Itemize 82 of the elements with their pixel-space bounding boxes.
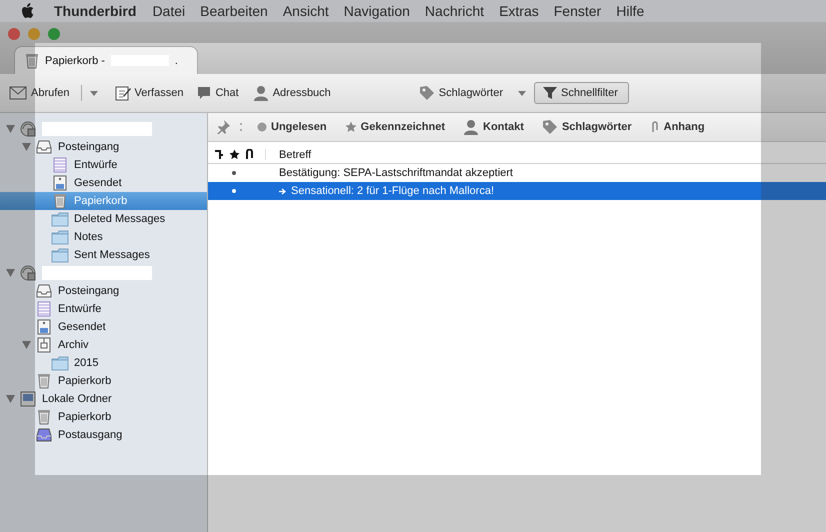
trash-can-icon bbox=[35, 409, 53, 425]
folder-icon bbox=[51, 212, 69, 226]
star-icon bbox=[344, 121, 357, 133]
pencil-note-icon bbox=[114, 85, 131, 101]
trash-can-icon bbox=[25, 52, 39, 68]
folder-item[interactable]: Sent Messages bbox=[0, 246, 207, 264]
folder-item[interactable]: Entwürfe bbox=[0, 300, 207, 318]
menu-item[interactable]: Nachricht bbox=[424, 3, 484, 19]
thread-icon bbox=[214, 150, 224, 160]
person-icon bbox=[252, 85, 269, 101]
printer-page-icon bbox=[51, 175, 69, 191]
message-row[interactable]: Sensationell: 2 für 1-Flüge nach Mallorca! bbox=[208, 182, 826, 200]
envelope-icon bbox=[9, 86, 27, 100]
trash-can-icon bbox=[51, 193, 69, 209]
menu-item[interactable]: Extras bbox=[499, 3, 539, 19]
folder-item[interactable]: Archiv bbox=[0, 336, 207, 354]
folder-icon bbox=[51, 356, 69, 370]
tab[interactable]: Papierkorb - . bbox=[14, 46, 198, 74]
computer-icon bbox=[19, 391, 37, 407]
message-subject: Sensationell: 2 für 1-Flüge nach Mallorca! bbox=[291, 185, 494, 197]
menu-item[interactable]: Bearbeiten bbox=[200, 3, 268, 19]
menu-item[interactable]: Hilfe bbox=[616, 3, 644, 19]
tray-icon bbox=[35, 139, 53, 155]
menu-item[interactable]: Navigation bbox=[344, 3, 410, 19]
folder-item[interactable]: 2015 bbox=[0, 354, 207, 372]
tag-icon bbox=[418, 85, 435, 101]
lined-page-icon bbox=[35, 301, 53, 317]
toolbar-button[interactable]: Abrufen bbox=[6, 82, 77, 104]
pin-icon bbox=[216, 120, 230, 134]
printer-page-icon bbox=[35, 319, 53, 335]
dot-icon bbox=[257, 122, 267, 132]
filter-button[interactable]: Kontakt bbox=[458, 116, 529, 138]
folder-icon bbox=[51, 248, 69, 262]
folder-item[interactable]: Entwürfe bbox=[0, 156, 207, 174]
folder-item[interactable]: Notes bbox=[0, 228, 207, 246]
tray-icon bbox=[35, 283, 53, 299]
toolbar-button[interactable]: Chat bbox=[194, 82, 246, 104]
lined-page-icon bbox=[51, 157, 69, 173]
tag-icon bbox=[542, 119, 558, 135]
read-dot-icon bbox=[232, 189, 236, 193]
close-button[interactable] bbox=[8, 28, 20, 40]
folder-item[interactable]: Deleted Messages bbox=[0, 210, 207, 228]
trash-can-icon bbox=[35, 373, 53, 389]
column-heading[interactable]: Betreff bbox=[266, 148, 312, 160]
tray-icon bbox=[35, 427, 53, 443]
app-menu[interactable]: Thunderbird bbox=[54, 3, 136, 19]
quick-filter-button[interactable]: Schnellfilter bbox=[534, 82, 629, 104]
message-subject: Bestätigung: SEPA-Lastschriftmandat akzeptiert bbox=[279, 167, 513, 179]
speech-bubble-icon bbox=[197, 86, 212, 100]
zoom-button[interactable] bbox=[48, 28, 60, 40]
folder-item[interactable]: Gesendet bbox=[0, 318, 207, 336]
apple-logo-icon bbox=[20, 3, 34, 19]
menu-item[interactable]: Ansicht bbox=[282, 3, 329, 19]
folder-icon bbox=[51, 230, 69, 244]
globe-lock-icon bbox=[19, 121, 37, 137]
folder-item[interactable]: Papierkorb bbox=[0, 372, 207, 390]
star-icon bbox=[229, 149, 240, 160]
filter-button[interactable]: Ungelesen bbox=[252, 118, 332, 136]
toolbar-button[interactable]: Verfassen bbox=[112, 82, 190, 104]
toolbar-button[interactable]: Adressbuch bbox=[250, 82, 338, 104]
file-box-icon bbox=[35, 337, 53, 353]
folder-item[interactable]: Posteingang bbox=[0, 282, 207, 300]
paperclip-icon bbox=[245, 149, 254, 160]
message-row[interactable]: Bestätigung: SEPA-Lastschriftmandat akzeptiert bbox=[208, 164, 826, 182]
globe-lock-icon bbox=[19, 265, 37, 281]
funnel-icon bbox=[543, 86, 557, 100]
folder-item[interactable]: Papierkorb bbox=[0, 408, 207, 426]
folder-item[interactable]: Lokale Ordner bbox=[0, 390, 207, 408]
filter-button[interactable]: Anhang bbox=[644, 118, 710, 136]
folder-item[interactable]: Posteingang bbox=[0, 138, 207, 156]
menu-item[interactable]: Fenster bbox=[554, 3, 602, 19]
folder-item[interactable]: Gesendet bbox=[0, 174, 207, 192]
paperclip-icon bbox=[650, 121, 660, 133]
folder-item[interactable]: Postausgang bbox=[0, 426, 207, 444]
person-icon bbox=[463, 119, 479, 135]
caret-down-icon bbox=[518, 90, 526, 96]
filter-button[interactable]: Gekennzeichnet bbox=[340, 118, 450, 136]
read-dot-icon bbox=[232, 171, 236, 175]
caret-down-icon bbox=[90, 90, 98, 96]
filter-button[interactable]: Schlagwörter bbox=[536, 116, 637, 138]
menu-item[interactable]: Datei bbox=[152, 3, 186, 19]
toolbar-button[interactable]: Schlagwörter bbox=[416, 82, 510, 104]
